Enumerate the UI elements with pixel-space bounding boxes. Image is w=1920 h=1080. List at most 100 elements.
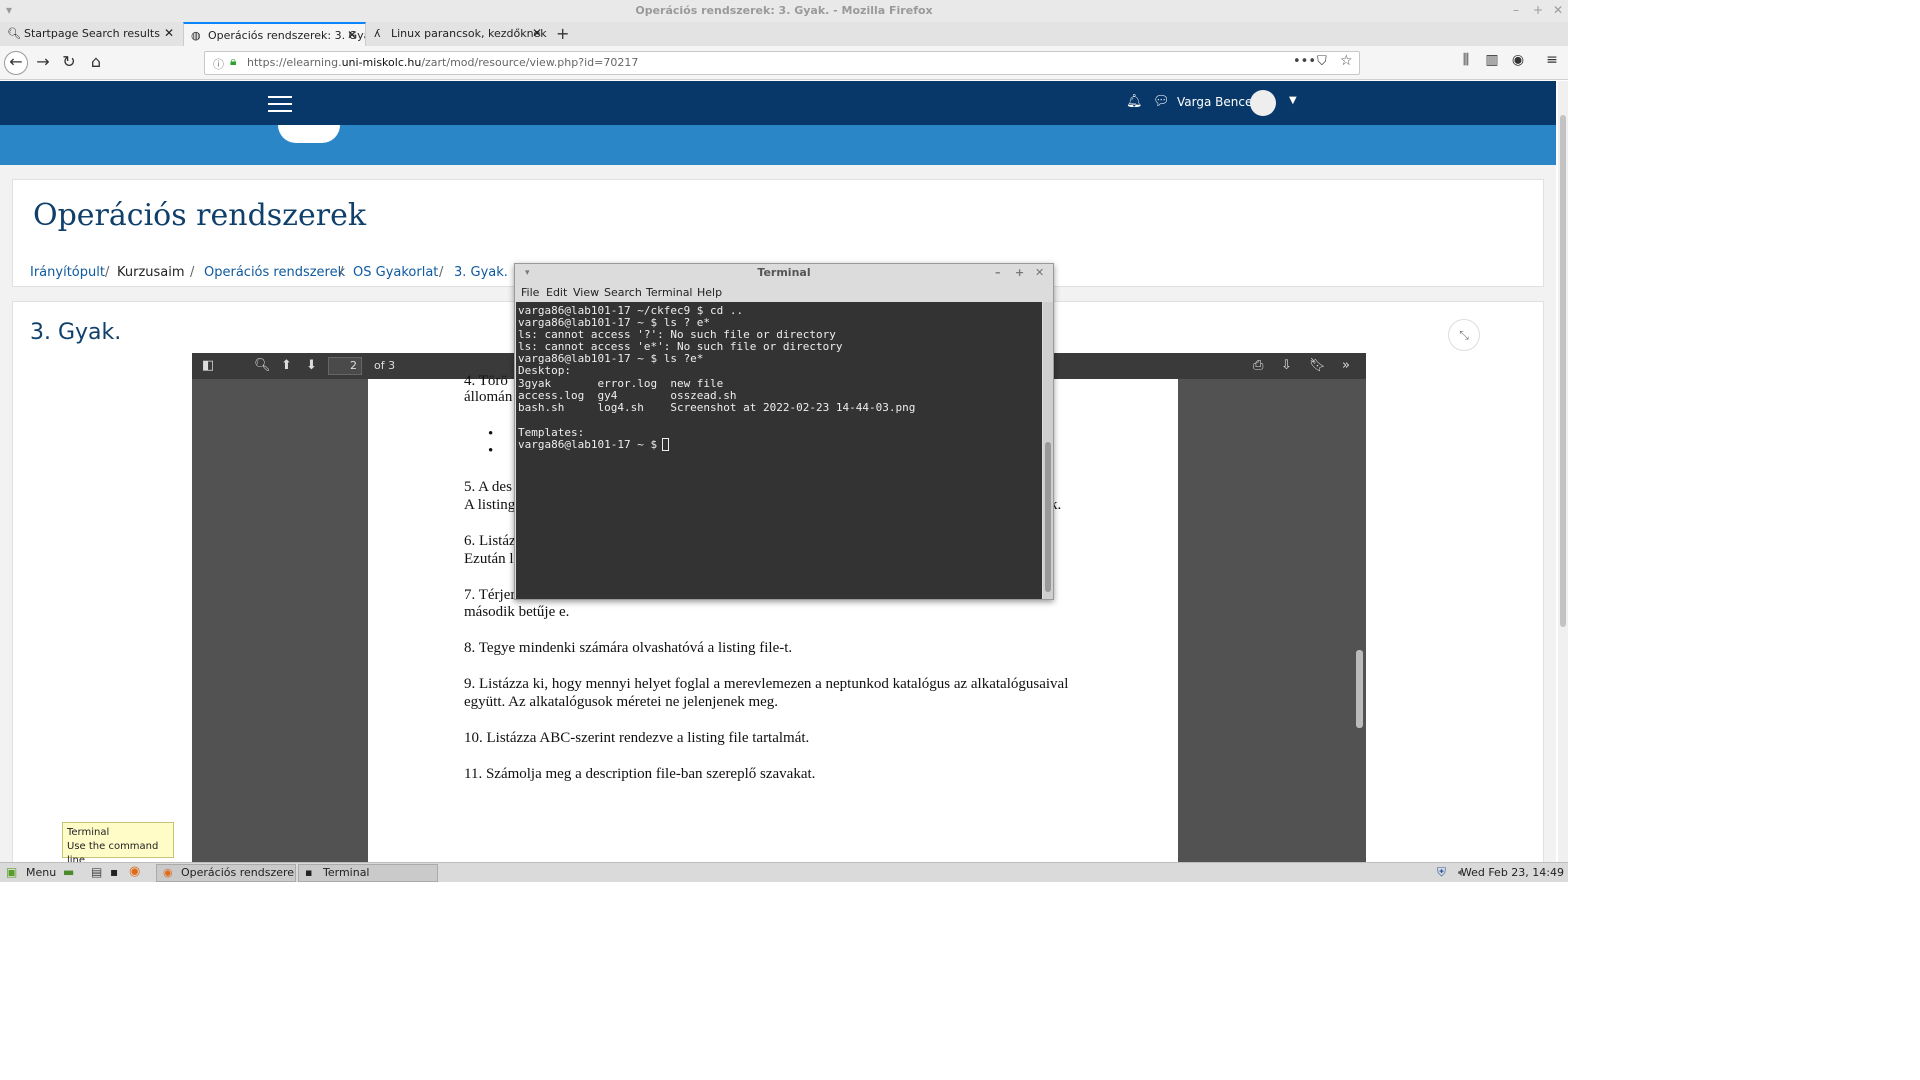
shield-icon[interactable]: ⛨ [1437, 865, 1446, 880]
pdf-line: 10. Listázza ABC-szerint rendezve a list… [464, 730, 810, 746]
terminal-maximize-icon[interactable]: + [1015, 264, 1024, 282]
section-title: 3. Gyak. [30, 320, 122, 345]
tab-bar: 🔍︎ Startpage Search results ✕ ◍ Operáció… [0, 22, 1568, 46]
task-label: Terminal [323, 866, 370, 879]
task-terminal[interactable]: ▪ Terminal [298, 864, 438, 882]
tab-close-icon[interactable]: ✕ [347, 24, 357, 46]
tab-label: Startpage Search results [24, 27, 160, 40]
clock[interactable]: Wed Feb 23, 14:49 [1461, 866, 1564, 879]
page-count: of 3 [374, 359, 396, 372]
user-name[interactable]: Varga Bence [1177, 95, 1252, 109]
menu-edit[interactable]: Edit [546, 286, 567, 299]
pdf-line: állomán [464, 389, 513, 405]
show-desktop-icon[interactable]: ▬ [63, 865, 74, 879]
pocket-icon[interactable]: ⛉ [1317, 54, 1327, 69]
linux-favicon-icon: ʎ [374, 27, 381, 40]
pdf-scrollbar[interactable] [1356, 650, 1363, 728]
pdf-line: • [488, 426, 494, 442]
task-label: Operációs rendszere... [181, 866, 296, 879]
maximize-icon[interactable]: + [1533, 3, 1543, 17]
files-launcher-icon[interactable]: ▤ [91, 865, 102, 879]
terminal-icon: ▪ [305, 866, 313, 879]
terminal-output[interactable]: varga86@lab101-17 ~/ckfec9 $ cd .. varga… [516, 302, 1042, 599]
menu-button[interactable]: Menu [26, 866, 56, 879]
tools-icon[interactable]: » [1342, 358, 1350, 373]
terminal-close-icon[interactable]: ✕ [1035, 264, 1044, 282]
back-icon[interactable]: ← [5, 52, 27, 71]
terminal-minimize-icon[interactable]: – [995, 264, 1001, 282]
url-text: https://elearning.uni-miskolc.hu/zart/mo… [247, 56, 639, 69]
minimize-icon[interactable]: – [1513, 3, 1519, 17]
close-icon[interactable]: ✕ [1553, 3, 1563, 17]
menu-file[interactable]: File [521, 286, 539, 299]
bookmark-icon[interactable]: 🔖︎ [1309, 358, 1326, 373]
lock-icon: 🔒︎ [230, 54, 237, 68]
taskbar: ▣ Menu ▬ ▤ ▪ ◉ ◉ Operációs rendszere... … [0, 862, 1568, 882]
terminal-scrollbar[interactable] [1043, 302, 1053, 599]
tab-operacios[interactable]: ◍ Operációs rendszerek: 3. Gya ✕ [183, 22, 366, 46]
reload-icon[interactable]: ↻ [58, 52, 80, 71]
tooltip-title: Terminal [67, 827, 110, 838]
messages-icon[interactable]: 💬︎ [1153, 94, 1170, 109]
pdf-line: második betűje e. [464, 604, 570, 620]
page-number-input[interactable]: 2 [328, 357, 362, 375]
breadcrumb-iranyitopult[interactable]: Irányítópult [30, 265, 105, 280]
sidebar-toggle-icon[interactable]: ◧ [202, 358, 214, 373]
breadcrumb-operacios[interactable]: Operációs rendszerek [204, 265, 345, 280]
tab-close-icon[interactable]: ✕ [532, 22, 542, 45]
bookmark-star-icon[interactable]: ☆ [1340, 53, 1353, 69]
breadcrumb-separator: / [339, 265, 344, 280]
account-icon[interactable]: ◉ [1507, 52, 1529, 68]
tab-label: Operációs rendszerek: 3. Gya [208, 29, 366, 42]
task-firefox[interactable]: ◉ Operációs rendszere... [156, 864, 296, 882]
terminal-cursor [662, 438, 669, 451]
pdf-line: A listing [464, 497, 516, 513]
url-bar[interactable]: ⓘ 🔒︎ https://elearning.uni-miskolc.hu/za… [204, 51, 1360, 75]
collapse-fullscreen-icon[interactable]: ⤡ [1448, 319, 1480, 351]
tab-label: Linux parancsok, kezdőknek [391, 27, 547, 40]
pdf-line: 8. Tegye mindenki számára olvashatóvá a … [464, 640, 793, 656]
info-icon[interactable]: ⓘ [213, 56, 224, 72]
sidebar-icon[interactable]: ▥ [1481, 52, 1503, 68]
menu-terminal[interactable]: Terminal [646, 286, 693, 299]
terminal-titlebar[interactable]: ▾ Terminal – + ✕ [515, 264, 1053, 284]
tab-startpage[interactable]: 🔍︎ Startpage Search results ✕ [0, 22, 182, 46]
terminal-window-menu-icon[interactable]: ▾ [525, 264, 530, 282]
firefox-launcher-icon[interactable]: ◉ [129, 864, 140, 879]
terminal-line: Desktop: [518, 364, 571, 377]
terminal-launcher-icon[interactable]: ▪ [110, 865, 118, 879]
terminal-line: bash.sh log4.sh Screenshot at 2022-02-23… [518, 401, 916, 414]
pdf-line: 5. A des [464, 479, 512, 495]
hamburger-menu-icon[interactable]: ≡ [1541, 52, 1563, 68]
tab-linux-parancsok[interactable]: ʎ Linux parancsok, kezdőknek ✕ [367, 22, 550, 46]
nav-drawer-icon[interactable] [268, 96, 292, 112]
print-icon[interactable]: ⎙ [1253, 358, 1263, 373]
terminal-menubar: File Edit View Search Terminal Help [515, 284, 1053, 302]
user-menu-chevron-down-icon[interactable]: ▼ [1289, 95, 1297, 106]
new-tab-icon[interactable]: + [556, 24, 569, 43]
pdf-line: együtt. Az alkatalógusok méretei ne jele… [464, 694, 779, 710]
page-scrollbar[interactable] [1558, 81, 1568, 862]
terminal-window[interactable]: ▾ Terminal – + ✕ File Edit View Search T… [514, 263, 1054, 600]
home-icon[interactable]: ⌂ [85, 52, 107, 71]
page-title: Operációs rendszerek [33, 198, 367, 233]
library-icon[interactable]: ⫼ [1455, 52, 1477, 68]
page-actions-icon[interactable]: ••• [1293, 54, 1316, 69]
tab-close-icon[interactable]: ✕ [164, 22, 174, 45]
previous-page-icon[interactable]: ⬆ [281, 358, 292, 373]
breadcrumb-os-gyakorlat[interactable]: OS Gyakorlat [353, 265, 438, 280]
menu-search[interactable]: Search [604, 286, 642, 299]
notifications-bell-icon[interactable]: 🔔︎ [1126, 94, 1143, 109]
mint-menu-icon[interactable]: ▣ [6, 865, 17, 879]
download-icon[interactable]: ⇩ [1281, 358, 1292, 373]
menu-help[interactable]: Help [697, 286, 722, 299]
find-icon[interactable]: 🔍︎ [254, 358, 271, 373]
next-page-icon[interactable]: ⬇ [306, 358, 317, 373]
firefox-icon: ◉ [163, 866, 173, 879]
avatar[interactable] [1250, 90, 1276, 116]
breadcrumb-3-gyak[interactable]: 3. Gyak. [454, 265, 508, 280]
breadcrumb-separator: / [190, 265, 195, 280]
menu-view[interactable]: View [573, 286, 599, 299]
forward-icon[interactable]: → [32, 52, 54, 71]
navigation-bar: ← → ↻ ⌂ ⓘ 🔒︎ https://elearning.uni-misko… [0, 46, 1568, 80]
